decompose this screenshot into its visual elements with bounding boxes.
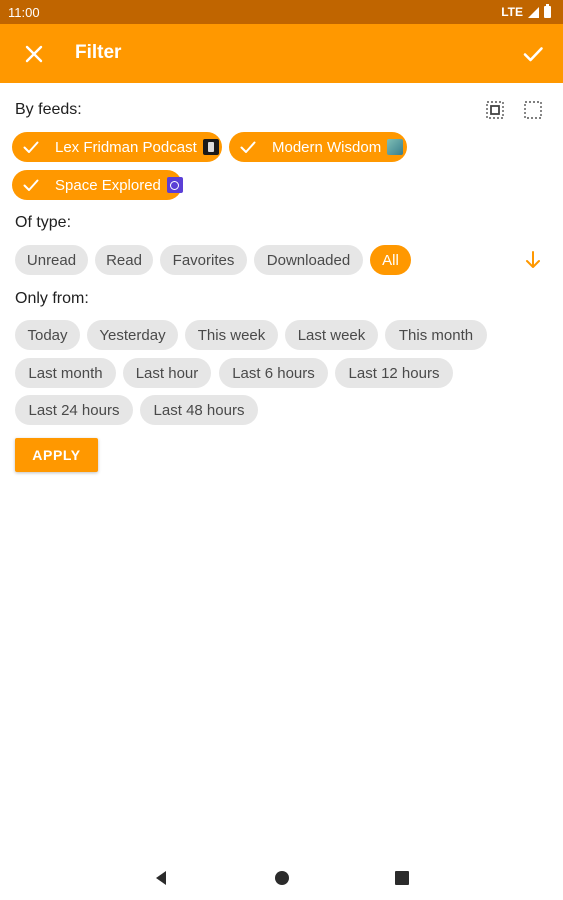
time-chip-label: This month [398,326,474,344]
select-none-button[interactable] [524,101,542,119]
check-icon [23,141,39,153]
time-chip-this-month[interactable]: This month [385,320,487,350]
time-chip-label: Last 24 hours [28,401,120,419]
sort-order-button[interactable] [524,250,542,270]
time-chip-label: Last 12 hours [348,364,440,382]
signal-icon [528,6,539,18]
feed-chip-label: Modern Wisdom [272,138,382,156]
time-chip-last-hour[interactable]: Last hour [123,358,211,388]
type-chip-label: Favorites [172,251,235,269]
time-chip-today[interactable]: Today [15,320,80,350]
arrow-down-icon [526,251,540,268]
nav-home-circle-icon[interactable] [275,871,289,885]
feed-chip-modern-wisdom[interactable]: Modern Wisdom [229,132,407,162]
podcast-artwork-icon [202,139,219,155]
type-chip-read[interactable]: Read [95,245,153,275]
back-triangle-icon [156,871,166,885]
check-icon [523,47,543,62]
select-all-icon [486,101,504,119]
nav-recents-square-icon[interactable] [395,871,409,885]
time-section-label: Only from: [15,290,89,307]
feed-chip-label: Lex Fridman Podcast [55,138,197,156]
close-icon [25,45,43,63]
apply-button-label: APPLY [32,447,81,463]
podcast-artwork-icon [387,139,404,155]
time-chip-label: Last 48 hours [153,401,245,419]
type-chip-favorites[interactable]: Favorites [160,245,247,275]
select-all-button[interactable] [486,101,504,119]
app-bar: Filter [0,24,563,83]
type-chip-label: All [382,251,399,269]
battery-icon [544,4,551,18]
time-chip-label: Today [27,326,68,344]
time-chip-last-48-hours[interactable]: Last 48 hours [140,395,258,425]
network-type: LTE [501,5,523,19]
time-chip-last-24-hours[interactable]: Last 24 hours [15,395,133,425]
type-chip-label: Unread [26,251,77,269]
time-chip-this-week[interactable]: This week [185,320,278,350]
feed-chip-space-explored[interactable]: Space Explored [12,170,183,200]
page-title: Filter [75,42,122,63]
close-button[interactable] [20,40,48,68]
nav-back-button[interactable] [154,870,168,886]
type-chip-label: Read [106,251,142,269]
time-chip-label: Last week [297,326,366,344]
time-chip-label: Last hour [135,364,199,382]
feed-chip-label: Space Explored [55,176,161,194]
feed-chip-lex-fridman[interactable]: Lex Fridman Podcast [12,132,222,162]
time-chip-label: Last 6 hours [232,364,315,382]
type-chip-downloaded[interactable]: Downloaded [254,245,363,275]
check-icon [240,141,256,153]
check-icon [23,179,39,191]
system-nav-bar [0,856,563,900]
status-icons: LTE [501,4,551,19]
podcast-artwork-icon [166,177,183,193]
type-chip-unread[interactable]: Unread [15,245,88,275]
time-chip-last-12-hours[interactable]: Last 12 hours [335,358,453,388]
time-chip-last-month[interactable]: Last month [15,358,116,388]
confirm-button[interactable] [518,39,548,69]
status-bar: 11:00 LTE [0,0,563,24]
time-chip-yesterday[interactable]: Yesterday [87,320,178,350]
select-none-icon [524,101,542,119]
type-section-label: Of type: [15,214,72,231]
status-time: 11:00 [8,4,40,20]
feeds-section-label: By feeds: [15,101,82,118]
time-chip-label: Yesterday [99,326,166,344]
time-chip-label: Last month [28,364,103,382]
type-chip-all[interactable]: All [370,245,411,275]
time-chip-label: This week [197,326,266,344]
type-chip-label: Downloaded [266,251,351,269]
time-chip-last-6-hours[interactable]: Last 6 hours [219,358,328,388]
apply-button[interactable]: APPLY [15,438,98,472]
time-chip-last-week[interactable]: Last week [285,320,378,350]
